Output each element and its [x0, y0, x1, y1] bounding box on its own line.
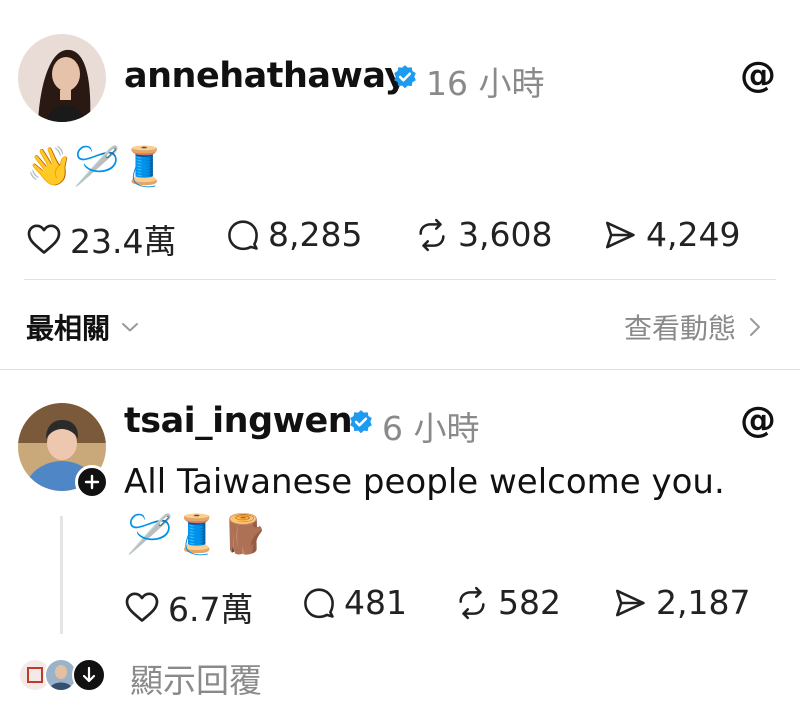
- send-icon: [615, 589, 645, 616]
- post-emoji-content: 👋🪡🧵: [26, 144, 168, 188]
- repost-icon: [459, 586, 485, 619]
- expand-replies-button[interactable]: [72, 658, 106, 692]
- repost-icon: [419, 218, 445, 251]
- send-icon: [605, 221, 635, 248]
- show-replies-label: 顯示回覆: [130, 661, 262, 700]
- repost-button[interactable]: 3,608: [414, 215, 552, 254]
- thread-line: [60, 516, 63, 634]
- heart-icon: [125, 592, 159, 622]
- chevron-down-icon: [122, 323, 139, 332]
- heart-icon: [27, 224, 61, 254]
- view-activity-label: 查看動態: [624, 312, 737, 345]
- repost-count: 3,608: [458, 215, 553, 254]
- arrow-down-icon: [82, 666, 96, 683]
- post-emoji-content: 🪡🧵🪵: [126, 512, 268, 556]
- view-activity-link[interactable]: 查看動態: [624, 307, 762, 347]
- plus-icon: [84, 474, 100, 490]
- avatar-annehathaway-image: [18, 34, 106, 122]
- share-count: 2,187: [656, 583, 751, 622]
- post-time: 6 小時: [382, 409, 480, 448]
- repost-button[interactable]: 582: [454, 583, 561, 622]
- verified-badge-icon: [350, 410, 372, 434]
- like-button[interactable]: 23.4萬: [26, 215, 176, 263]
- verified-badge-icon: [394, 65, 416, 89]
- like-count: 6.7萬: [168, 590, 254, 629]
- reply-button[interactable]: 481: [302, 583, 407, 622]
- username-annehathaway[interactable]: annehathaway: [124, 56, 407, 96]
- chevron-right-icon: [750, 318, 761, 336]
- follow-button[interactable]: [75, 465, 109, 499]
- share-button[interactable]: 2,187: [612, 583, 750, 622]
- sort-label: 最相關: [26, 312, 111, 345]
- post-time: 16 小時: [426, 64, 545, 103]
- divider: [0, 369, 800, 370]
- share-count: 4,249: [646, 215, 741, 254]
- sort-dropdown[interactable]: 最相關: [26, 307, 140, 347]
- reply-count: 481: [344, 583, 407, 622]
- show-replies-row[interactable]: 顯示回覆: [16, 652, 316, 700]
- repost-count: 582: [498, 583, 561, 622]
- avatar-annehathaway[interactable]: [18, 34, 106, 122]
- divider: [24, 279, 776, 280]
- threads-logo-icon[interactable]: @: [740, 400, 776, 441]
- like-button[interactable]: 6.7萬: [124, 583, 253, 631]
- like-count: 23.4萬: [70, 222, 177, 261]
- threads-logo-icon[interactable]: @: [740, 55, 776, 96]
- comment-icon: [304, 587, 334, 618]
- reply-button[interactable]: 8,285: [226, 215, 362, 254]
- post-text: All Taiwanese people welcome you.: [124, 462, 725, 502]
- username-tsai-ingwen[interactable]: tsai_ingwen: [124, 401, 353, 441]
- comment-icon: [228, 219, 258, 250]
- share-button[interactable]: 4,249: [602, 215, 740, 254]
- reply-count: 8,285: [268, 215, 363, 254]
